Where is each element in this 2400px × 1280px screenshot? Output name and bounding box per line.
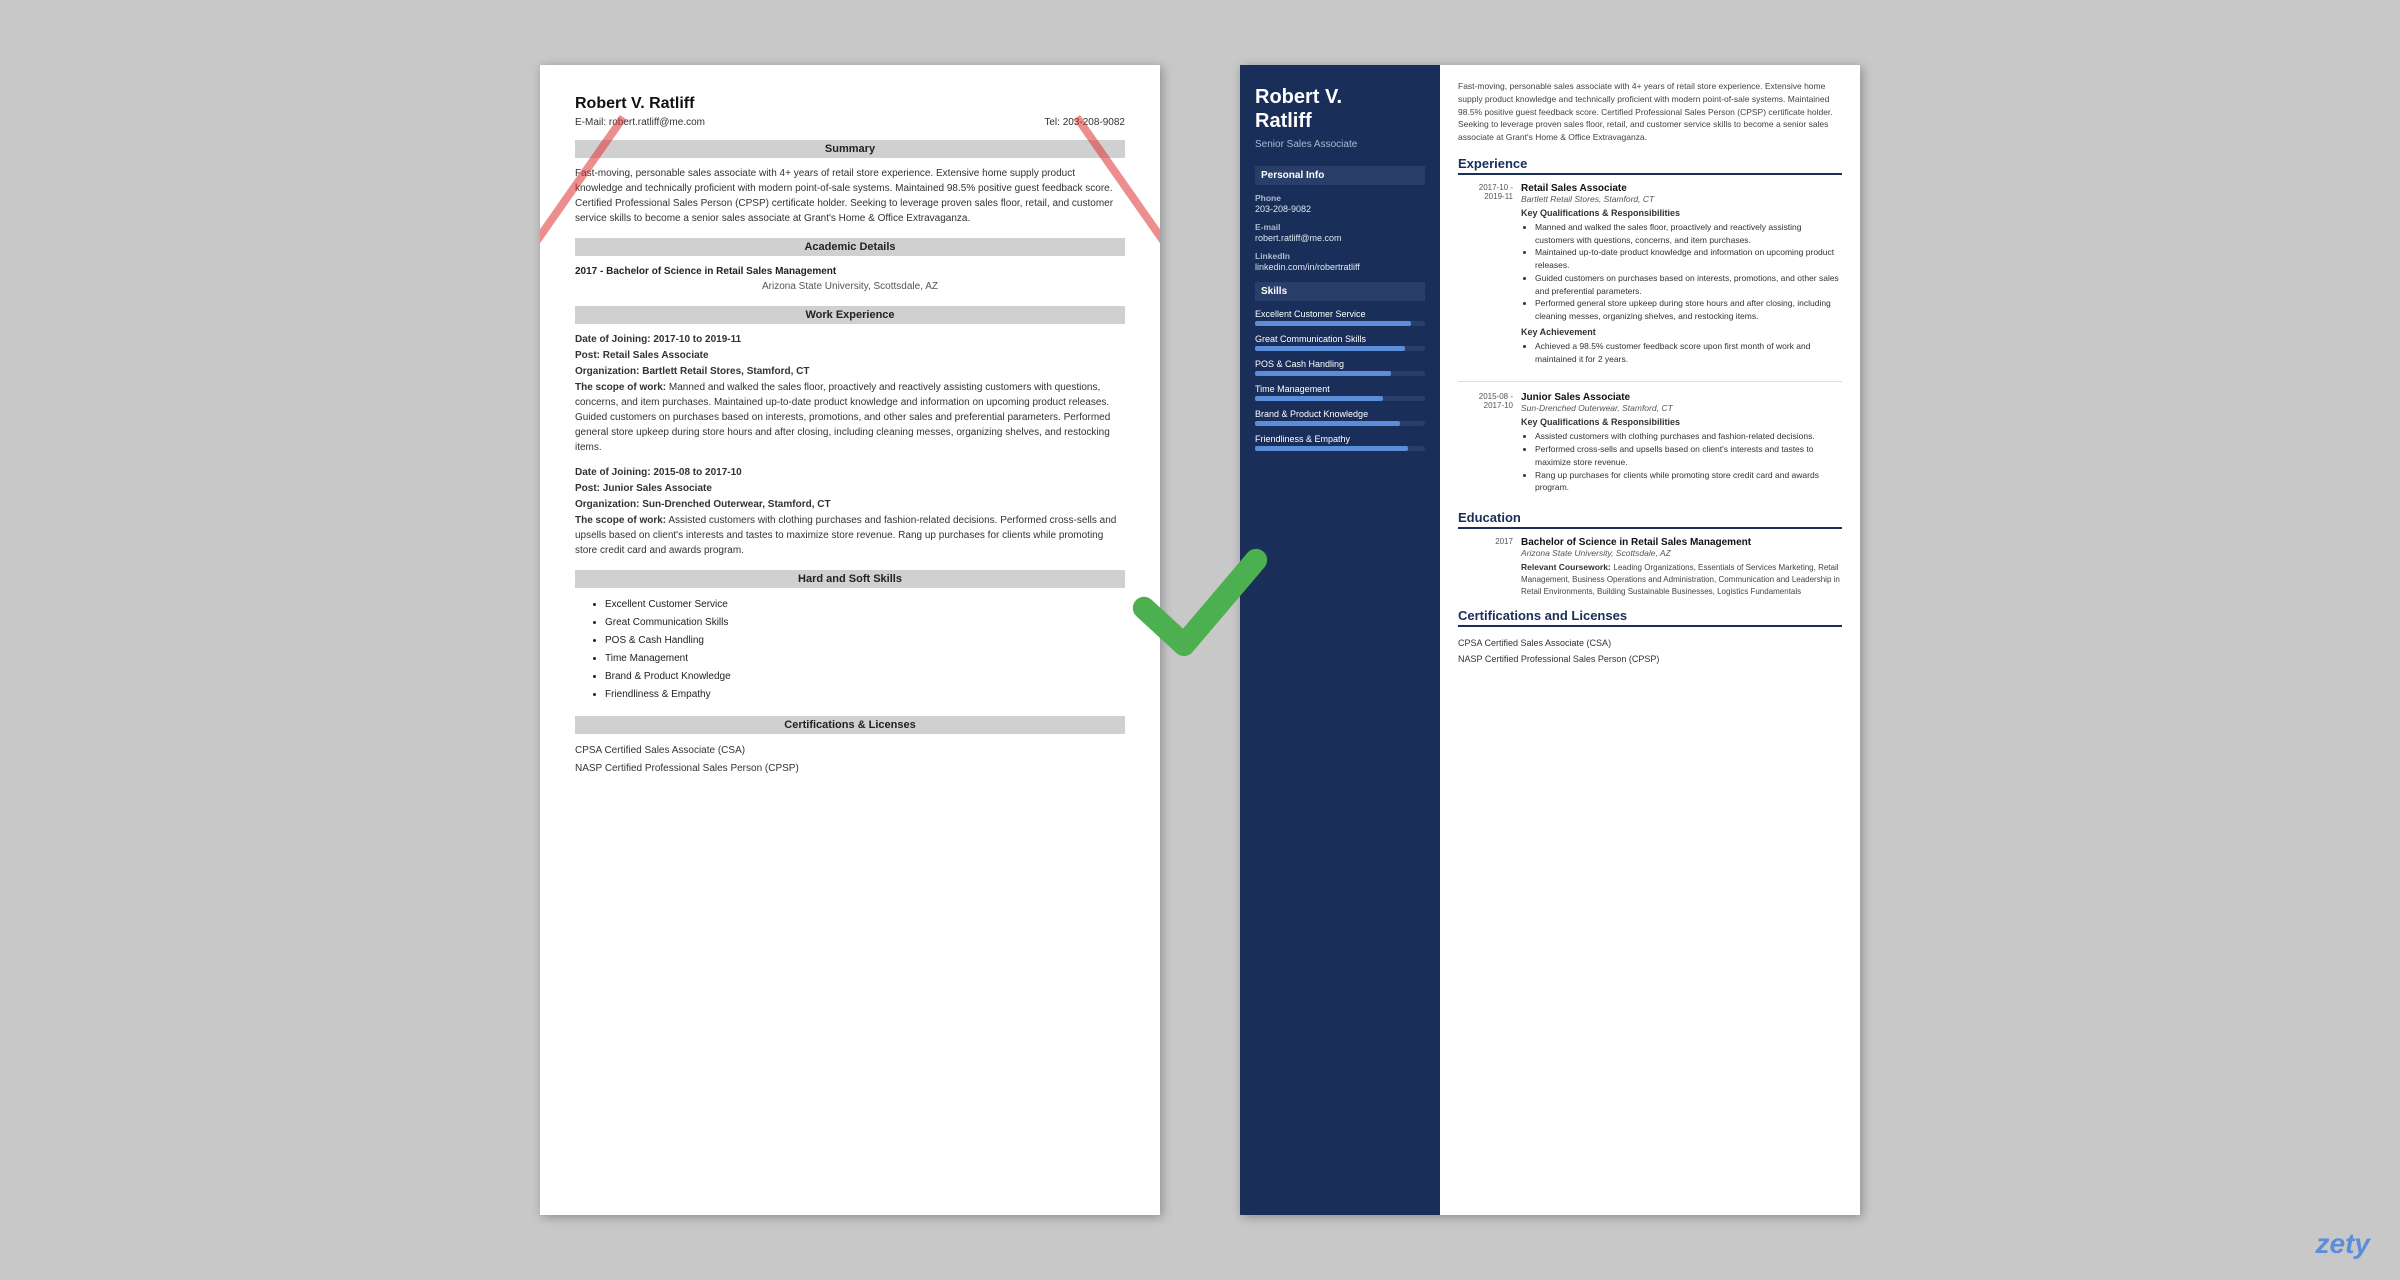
email-label: E-mail	[1255, 222, 1425, 232]
linkedin-value: linkedin.com/in/robertratliff	[1255, 262, 1425, 272]
right-resume: Robert V.Ratliff Senior Sales Associate …	[1240, 65, 1860, 1215]
skill-1: Excellent Customer Service	[605, 596, 1125, 614]
edu-entry-1: 2017 Bachelor of Science in Retail Sales…	[1458, 537, 1842, 598]
phone-label: Phone	[1255, 193, 1425, 203]
work2-dates: Date of Joining: 2015-08 to 2017-10	[575, 467, 742, 478]
exp-entry-2: 2015-08 -2017-10 Junior Sales Associate …	[1458, 392, 1842, 498]
exp2-qualif-label: Key Qualifications & Responsibilities	[1521, 417, 1842, 427]
exp1-dates: 2017-10 -2019-11	[1458, 183, 1513, 370]
academic-section-title: Academic Details	[575, 238, 1125, 256]
left-tel: Tel: 203-208-9082	[1044, 117, 1125, 128]
skill-3: POS & Cash Handling	[605, 632, 1125, 650]
skill-2: Great Communication Skills	[605, 614, 1125, 632]
cert-heading: Certifications and Licenses	[1458, 608, 1842, 627]
experience-heading: Experience	[1458, 156, 1842, 175]
email-value: robert.ratliff@me.com	[1255, 233, 1425, 243]
personal-info-title: Personal Info	[1255, 166, 1425, 185]
education-heading: Education	[1458, 510, 1842, 529]
exp1-bullet-4: Performed general store upkeep during st…	[1535, 297, 1842, 323]
work1-dates: Date of Joining: 2017-10 to 2019-11	[575, 334, 741, 345]
summary-section-title: Summary	[575, 140, 1125, 158]
skills-section-title: Hard and Soft Skills	[575, 570, 1125, 588]
skill-bar-6: Friendliness & Empathy	[1255, 434, 1425, 451]
exp1-bullet-3: Guided customers on purchases based on i…	[1535, 272, 1842, 298]
cert-section-title: Certifications & Licenses	[575, 716, 1125, 734]
skill-bar-4: Time Management	[1255, 384, 1425, 401]
work-entry-2: Date of Joining: 2015-08 to 2017-10 Post…	[575, 465, 1125, 558]
exp1-title: Retail Sales Associate	[1521, 183, 1842, 194]
edu1-school: Arizona State University, Scottsdale, AZ	[1521, 548, 1842, 558]
exp2-details: Junior Sales Associate Sun-Drenched Oute…	[1521, 392, 1842, 498]
skill-bar-3: POS & Cash Handling	[1255, 359, 1425, 376]
skills-title: Skills	[1255, 282, 1425, 301]
work2-post: Post: Junior Sales Associate	[575, 483, 712, 494]
exp-entry-1: 2017-10 -2019-11 Retail Sales Associate …	[1458, 183, 1842, 370]
skill-4: Time Management	[605, 650, 1125, 668]
work2-scope-label: The scope of work:	[575, 515, 666, 526]
skill-bar-1: Excellent Customer Service	[1255, 309, 1425, 326]
work1-post: Post: Retail Sales Associate	[575, 350, 709, 361]
green-checkmark	[1120, 520, 1280, 680]
exp1-achievement: Achieved a 98.5% customer feedback score…	[1521, 340, 1842, 366]
edu1-coursework-label: Relevant Coursework:	[1521, 562, 1611, 572]
cert-1: CPSA Certified Sales Associate (CSA)	[575, 742, 1125, 760]
skill-6: Friendliness & Empathy	[605, 686, 1125, 704]
exp1-bullet-2: Maintained up-to-date product knowledge …	[1535, 246, 1842, 272]
work-entry-1: Date of Joining: 2017-10 to 2019-11 Post…	[575, 332, 1125, 455]
edu1-year: 2017	[1458, 537, 1513, 598]
work1-org: Organization: Bartlett Retail Stores, St…	[575, 366, 809, 377]
exp1-bullets: Manned and walked the sales floor, proac…	[1521, 221, 1842, 323]
edu1-details: Bachelor of Science in Retail Sales Mana…	[1521, 537, 1842, 598]
left-name: Robert V. Ratliff	[575, 95, 1125, 113]
exp2-company: Sun-Drenched Outerwear, Stamford, CT	[1521, 403, 1842, 413]
exp2-bullet-2: Performed cross-sells and upsells based …	[1535, 443, 1842, 469]
exp1-company: Bartlett Retail Stores, Stamford, CT	[1521, 194, 1842, 204]
sidebar-title: Senior Sales Associate	[1255, 139, 1425, 150]
exp1-details: Retail Sales Associate Bartlett Retail S…	[1521, 183, 1842, 370]
summary-text: Fast-moving, personable sales associate …	[575, 166, 1125, 226]
exp2-title: Junior Sales Associate	[1521, 392, 1842, 403]
exp1-achievement-label: Key Achievement	[1521, 327, 1842, 337]
linkedin-label: LinkedIn	[1255, 251, 1425, 261]
exp1-bullet-1: Manned and walked the sales floor, proac…	[1535, 221, 1842, 247]
cert-2: NASP Certified Professional Sales Person…	[575, 760, 1125, 778]
zety-watermark: zety	[2316, 1228, 2370, 1260]
right-cert-1: CPSA Certified Sales Associate (CSA) NAS…	[1458, 635, 1842, 667]
skill-bar-5: Brand & Product Knowledge	[1255, 409, 1425, 426]
skills-list: Excellent Customer Service Great Communi…	[575, 596, 1125, 704]
main-summary: Fast-moving, personable sales associate …	[1458, 80, 1842, 144]
sidebar-name: Robert V.Ratliff	[1255, 85, 1425, 133]
edu-degree: 2017 - Bachelor of Science in Retail Sal…	[575, 264, 1125, 279]
exp-divider	[1458, 381, 1842, 382]
exp1-qualif-label: Key Qualifications & Responsibilities	[1521, 208, 1842, 218]
exp2-bullets: Assisted customers with clothing purchas…	[1521, 430, 1842, 494]
left-resume: Robert V. Ratliff E-Mail: robert.ratliff…	[540, 65, 1160, 1215]
edu1-degree: Bachelor of Science in Retail Sales Mana…	[1521, 537, 1842, 548]
work2-org: Organization: Sun-Drenched Outerwear, St…	[575, 499, 831, 510]
exp2-dates: 2015-08 -2017-10	[1458, 392, 1513, 498]
exp2-bullet-1: Assisted customers with clothing purchas…	[1535, 430, 1842, 443]
work1-scope-label: The scope of work:	[575, 382, 666, 393]
edu-school: Arizona State University, Scottsdale, AZ	[575, 279, 1125, 294]
work-section-title: Work Experience	[575, 306, 1125, 324]
exp2-bullet-3: Rang up purchases for clients while prom…	[1535, 469, 1842, 495]
resume-main: Fast-moving, personable sales associate …	[1440, 65, 1860, 1215]
skill-bar-2: Great Communication Skills	[1255, 334, 1425, 351]
phone-value: 203-208-9082	[1255, 204, 1425, 214]
exp1-achievement-text: Achieved a 98.5% customer feedback score…	[1535, 340, 1842, 366]
skill-5: Brand & Product Knowledge	[605, 668, 1125, 686]
left-email: E-Mail: robert.ratliff@me.com	[575, 117, 705, 128]
